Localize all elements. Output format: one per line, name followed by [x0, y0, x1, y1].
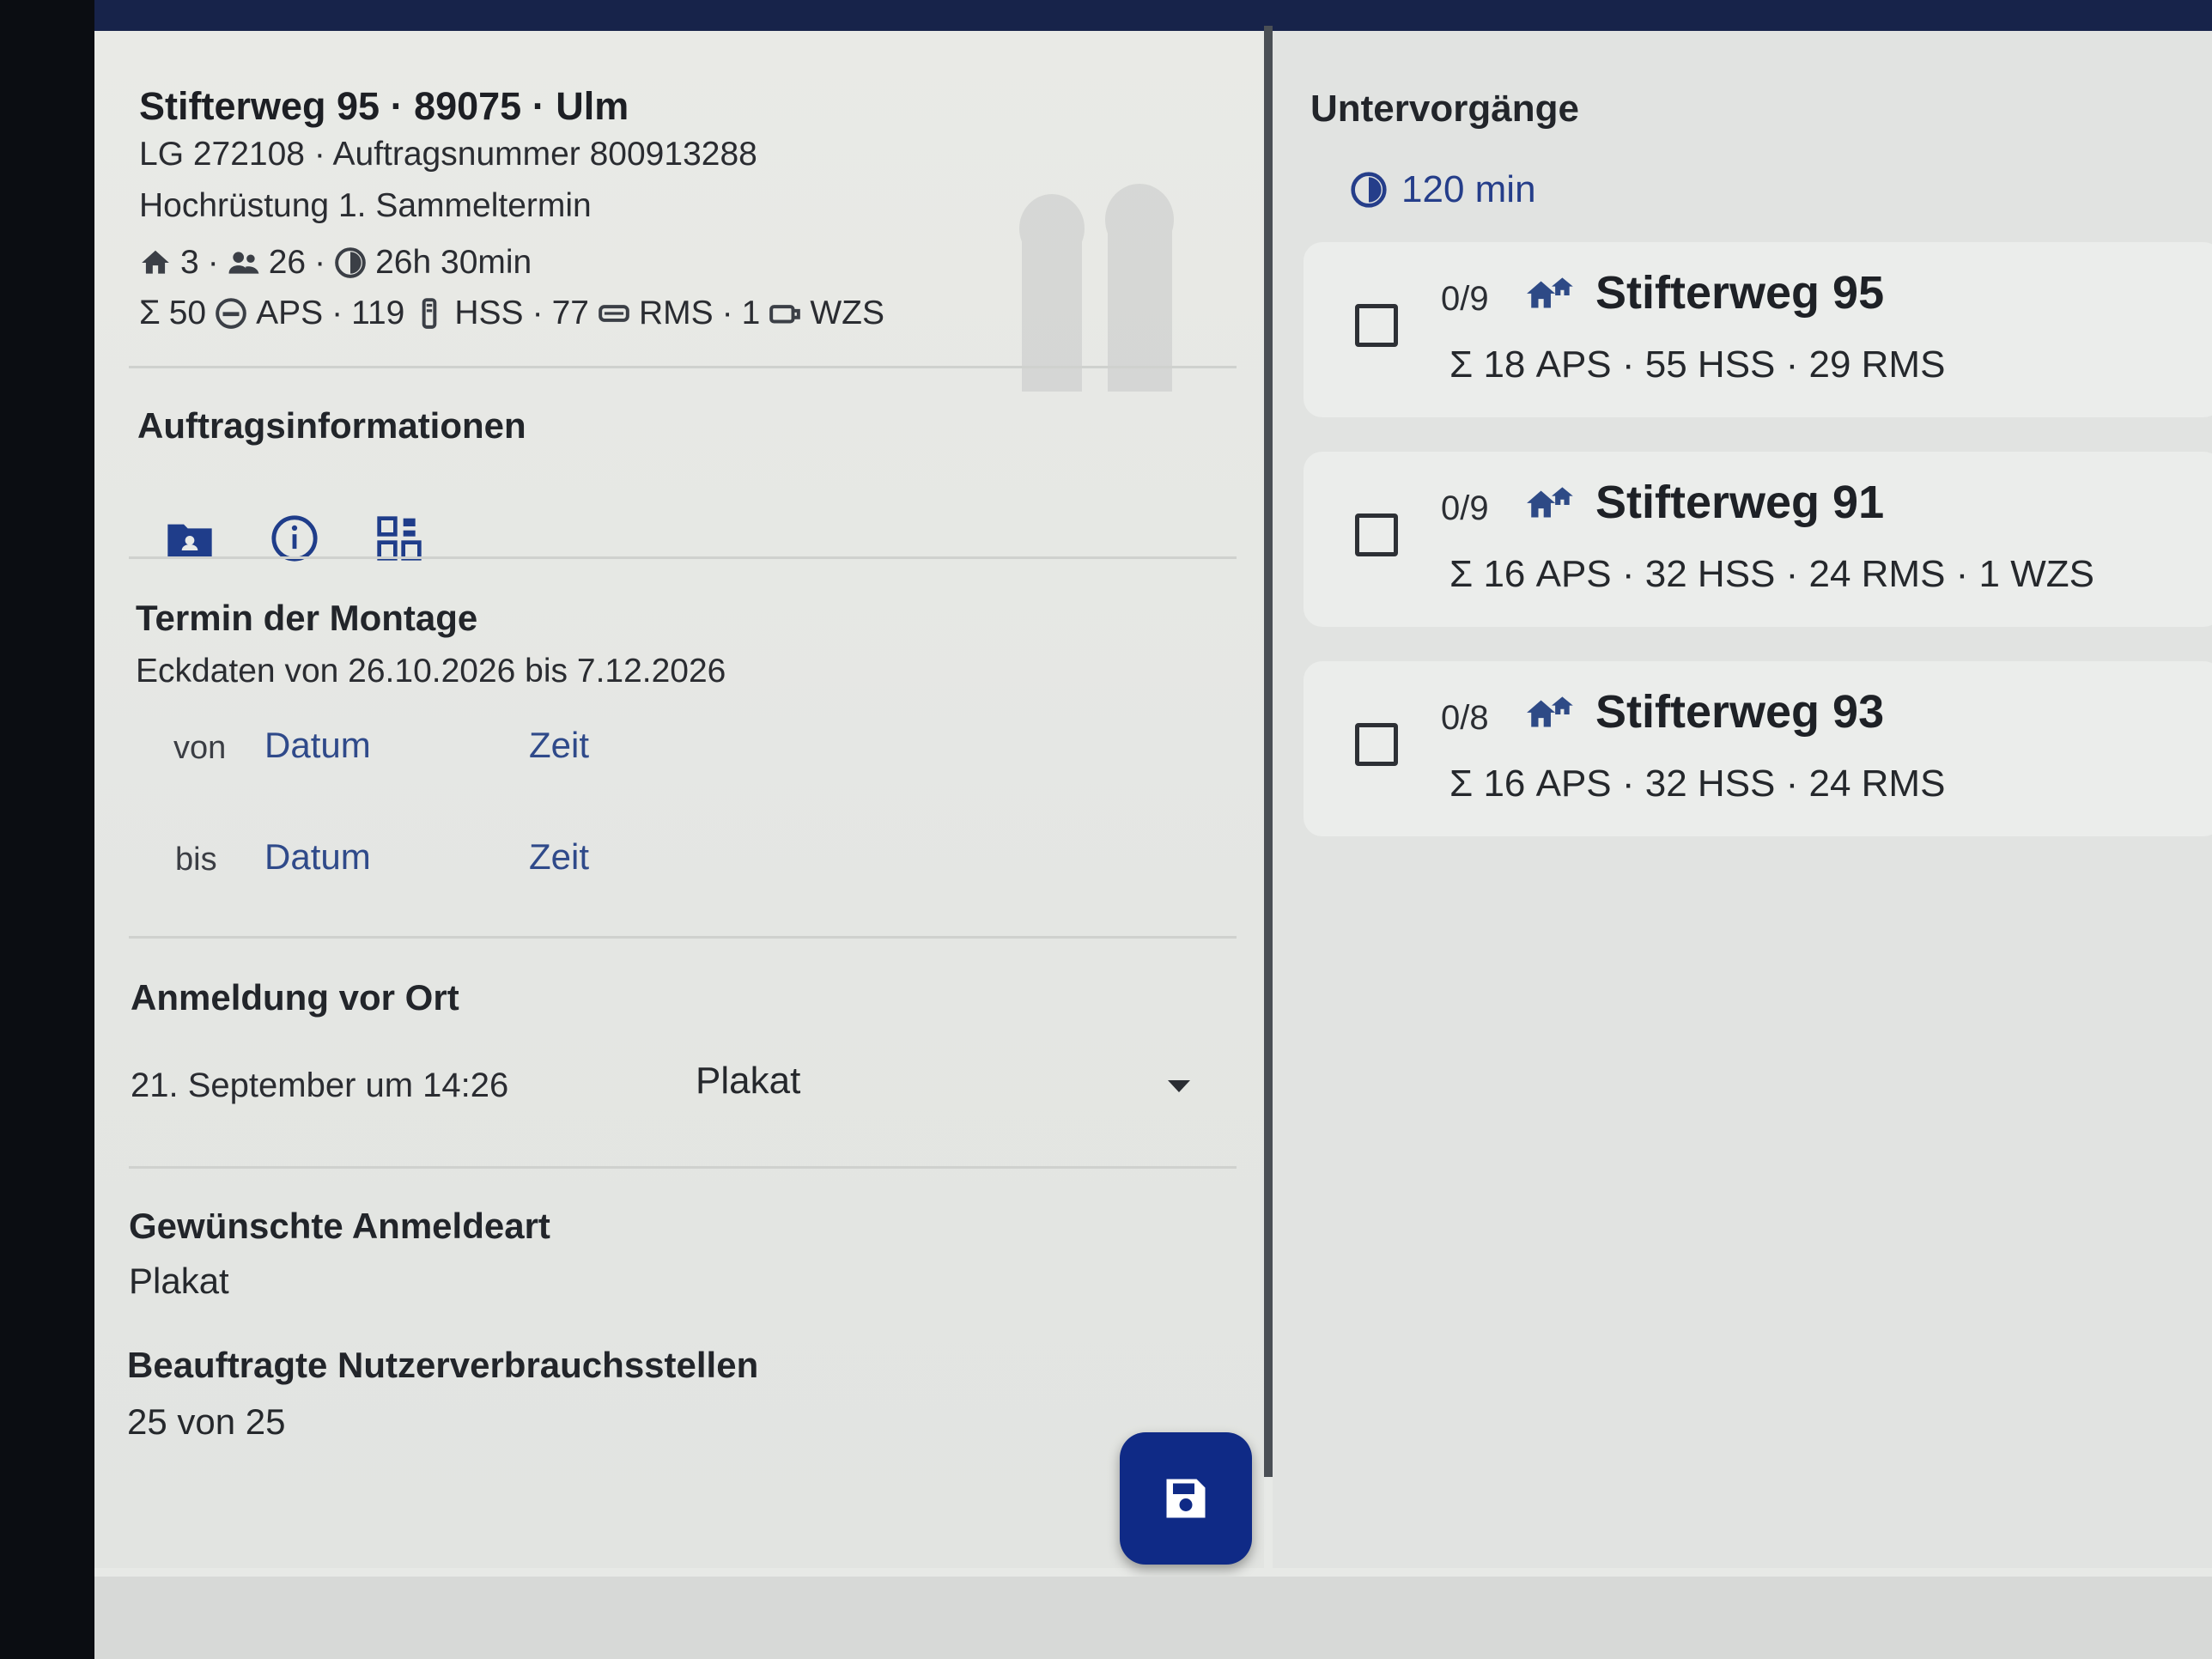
total-duration: 26h 30min	[375, 244, 532, 281]
from-label: von	[173, 730, 227, 766]
from-time-field[interactable]: Zeit	[529, 725, 589, 766]
divider	[129, 366, 1237, 368]
registration-method-value: Plakat	[696, 1060, 801, 1102]
to-time-field[interactable]: Zeit	[529, 836, 589, 878]
house-icon	[142, 250, 169, 274]
houses-icon	[1527, 277, 1573, 308]
rms-count: 1	[741, 294, 761, 331]
desired-method-heading: Gewünschte Anmeldeart	[129, 1206, 550, 1246]
sub-process-progress: 0/8	[1441, 699, 1489, 737]
hss-count: 77	[551, 294, 589, 331]
sub-process-summary-text: 18 APS · 55 HSS · 29 RMS	[1483, 343, 1946, 386]
consumers-heading: Beauftragte Nutzerverbrauchsstellen	[127, 1345, 759, 1385]
appointment-heading: Termin der Montage	[136, 598, 478, 638]
chevron-down-icon	[1168, 1080, 1190, 1092]
qr-code-icon	[377, 516, 422, 561]
top-bar	[94, 0, 2212, 31]
key-dates-text: Eckdaten von 26.10.2026 bis 7.12.2026	[136, 653, 726, 690]
aps-label: APS	[256, 294, 324, 331]
sub-processes-panel: Untervorgänge 120 min 0/9 Stifterweg 95 …	[1273, 31, 2212, 1568]
sub-process-card[interactable]: 0/8 Stifterweg 93 Σ 16 APS · 32 HSS · 24…	[1304, 661, 2212, 836]
sub-process-summary: Σ 16 APS · 32 HSS · 24 RMS	[1449, 763, 1946, 805]
order-reference: LG 272108 · Auftragsnummer 800913288	[139, 136, 757, 173]
houses-icon	[1527, 487, 1573, 518]
city-watermark	[1019, 184, 1174, 392]
from-date-field[interactable]: Datum	[264, 725, 371, 766]
separator: ·	[532, 294, 544, 331]
order-detail-panel: Stifterweg 95 · 89075 · Ulm LG 272108 · …	[94, 31, 1264, 1568]
registration-date: 21. September um 14:26	[131, 1066, 509, 1104]
separator: ·	[207, 244, 219, 281]
sub-process-summary-text: 16 APS · 32 HSS · 24 RMS · 1 WZS	[1483, 553, 2094, 595]
divider	[129, 1166, 1237, 1169]
sub-process-progress: 0/9	[1441, 489, 1489, 527]
registration-heading: Anmeldung vor Ort	[131, 977, 459, 1018]
separator: ·	[314, 244, 326, 281]
clock-icon	[1351, 172, 1387, 208]
registration-method-dropdown[interactable]: Plakat	[696, 1044, 1245, 1121]
person-count: 26	[268, 244, 307, 281]
hss-label: HSS	[454, 294, 524, 331]
aps-icon	[216, 297, 246, 329]
sub-process-title: Stifterweg 91	[1595, 477, 1885, 528]
sub-process-checkbox[interactable]	[1355, 514, 1398, 556]
save-icon	[1166, 1479, 1206, 1518]
divider	[129, 936, 1237, 939]
people-icon	[228, 252, 259, 274]
aps-count: 119	[351, 294, 405, 331]
sub-processes-heading: Untervorgänge	[1310, 88, 1579, 130]
rms-icon	[599, 304, 629, 322]
save-button[interactable]	[1120, 1432, 1252, 1565]
sub-process-card[interactable]: 0/9 Stifterweg 91 Σ 16 APS · 32 HSS · 24…	[1304, 452, 2212, 627]
folder-icon	[167, 524, 212, 556]
panel-divider	[1264, 26, 1273, 1477]
order-description: Hochrüstung 1. Sammeltermin	[139, 187, 592, 224]
sub-process-title: Stifterweg 95	[1595, 267, 1885, 319]
address-title: Stifterweg 95 · 89075 · Ulm	[139, 84, 629, 128]
app-screen: Stifterweg 95 · 89075 · Ulm LG 272108 · …	[94, 0, 2212, 1659]
houses-icon	[1527, 696, 1573, 727]
sub-process-summary-text: 16 APS · 32 HSS · 24 RMS	[1483, 763, 1946, 805]
sub-process-card[interactable]: 0/9 Stifterweg 95 Σ 18 APS · 55 HSS · 29…	[1304, 242, 2212, 417]
to-date-field[interactable]: Datum	[264, 836, 371, 878]
duration-value: 120 min	[1401, 168, 1536, 210]
consumers-value: 25 von 25	[127, 1401, 286, 1442]
separator: ·	[331, 294, 343, 331]
sum-count: 50	[168, 294, 207, 331]
sub-process-summary: Σ 16 APS · 32 HSS · 24 RMS · 1 WZS	[1449, 553, 2094, 595]
sub-process-progress: 0/9	[1441, 280, 1489, 318]
order-info-heading: Auftragsinformationen	[137, 405, 526, 446]
sum-icon: Σ	[139, 294, 161, 331]
desired-method-value: Plakat	[129, 1261, 229, 1301]
sub-process-title: Stifterweg 93	[1595, 686, 1885, 738]
separator: ·	[721, 294, 733, 331]
clock-icon	[335, 247, 366, 278]
summary-stats-row-1: 3 · 26 · 26h 30min	[139, 244, 532, 282]
summary-stats-row-2: Σ 50 APS · 119 HSS · 77 RMS · 1 WZS	[139, 294, 884, 332]
sub-process-checkbox[interactable]	[1355, 723, 1398, 766]
wzs-icon	[769, 304, 801, 323]
sub-processes-duration: 120 min	[1350, 168, 1536, 211]
to-label: bis	[175, 842, 217, 878]
wzs-label: WZS	[810, 294, 884, 331]
house-count: 3	[180, 244, 199, 281]
divider	[129, 556, 1237, 559]
hss-icon	[422, 297, 437, 329]
sub-process-checkbox[interactable]	[1355, 304, 1398, 347]
sub-process-summary: Σ 18 APS · 55 HSS · 29 RMS	[1449, 343, 1946, 386]
bottom-bar	[94, 1577, 2212, 1659]
rms-label: RMS	[638, 294, 714, 331]
